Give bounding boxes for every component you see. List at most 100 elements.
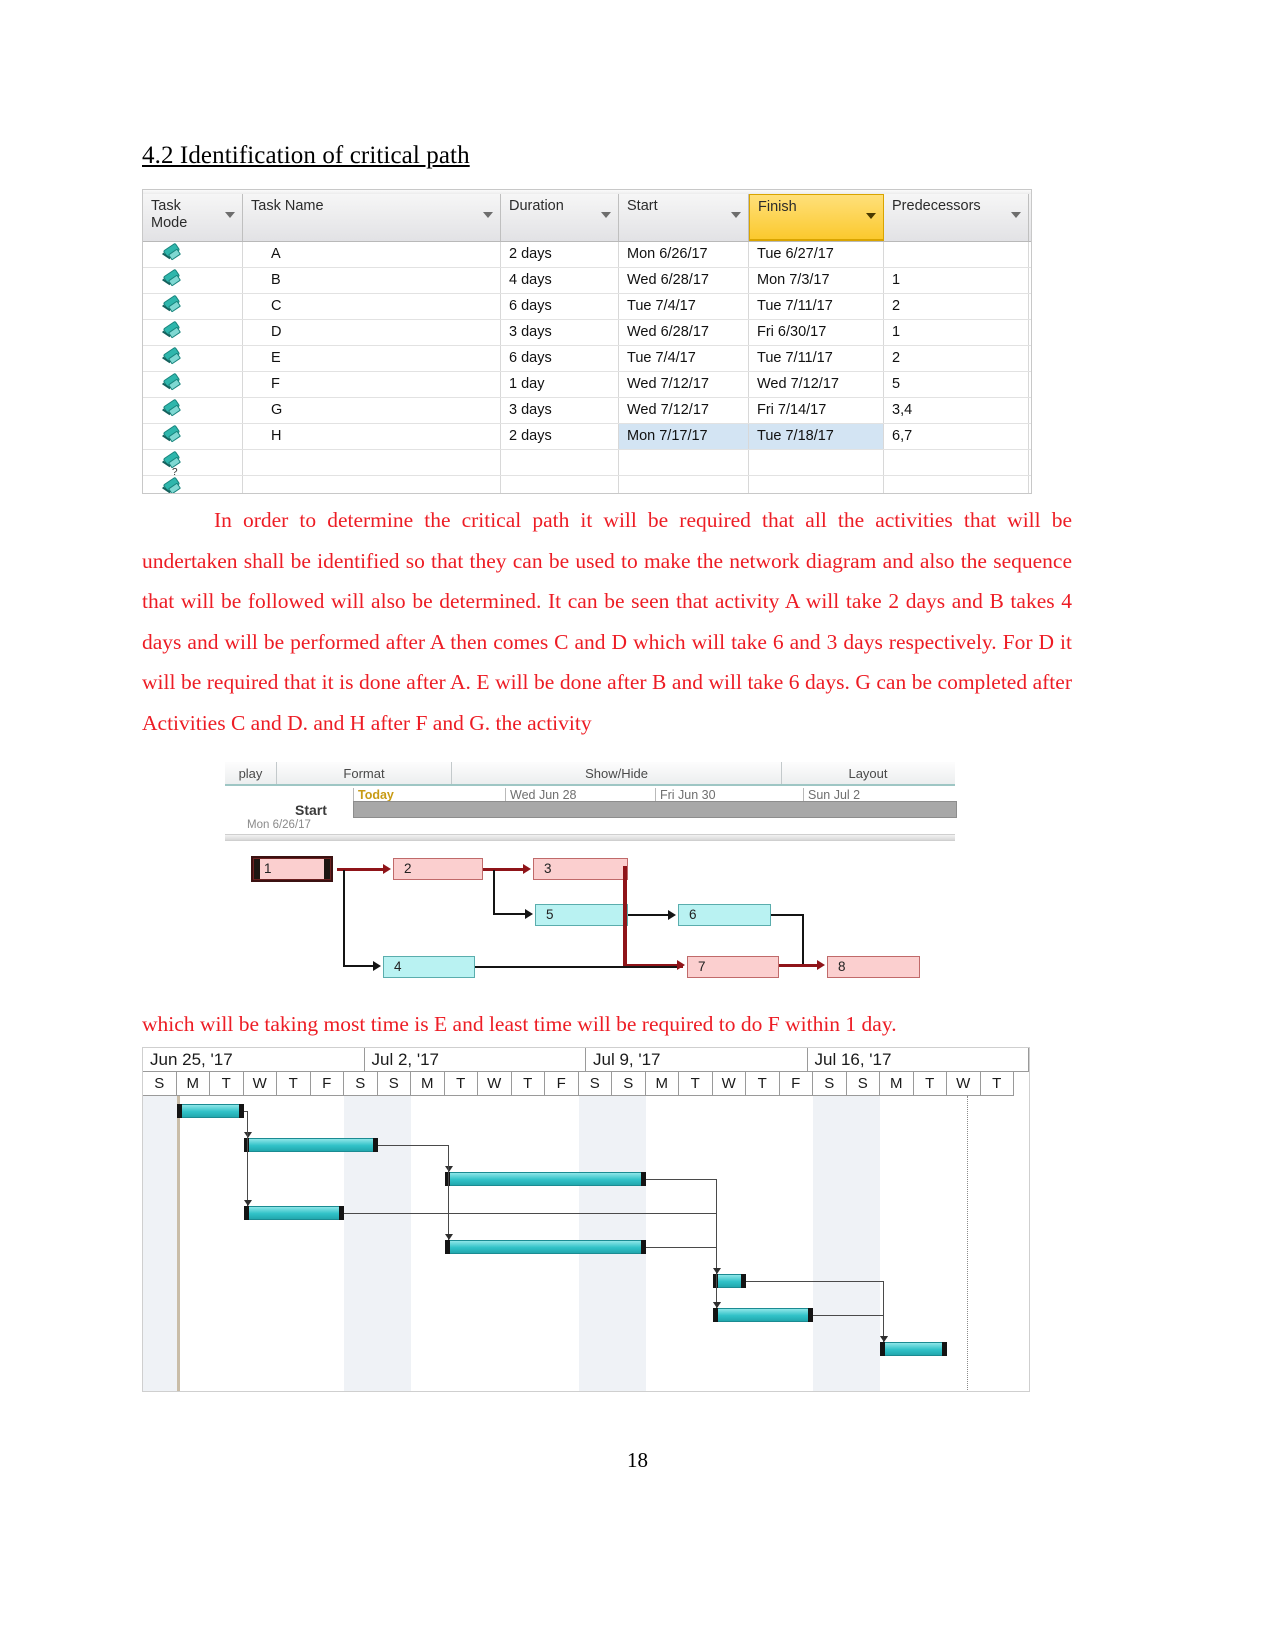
cell-duration[interactable]: 2 days bbox=[501, 424, 619, 449]
network-node-4[interactable]: 4 bbox=[383, 956, 475, 978]
cell-task-mode[interactable] bbox=[143, 424, 243, 449]
cell-task-mode[interactable] bbox=[143, 372, 243, 397]
cell-duration[interactable] bbox=[501, 476, 619, 493]
network-node-6[interactable]: 6 bbox=[678, 904, 771, 926]
cell-predecessors[interactable]: 5 bbox=[884, 372, 1029, 397]
table-row[interactable]: B4 days Wed 6/28/17 Mon 7/3/17 1 bbox=[143, 268, 1031, 294]
table-row[interactable]: H2 days Mon 7/17/17 Tue 7/18/17 6,7 bbox=[143, 424, 1031, 450]
table-row[interactable]: C6 days Tue 7/4/17 Tue 7/11/17 2 bbox=[143, 294, 1031, 320]
cell-task-name[interactable]: D bbox=[243, 320, 501, 345]
chevron-down-icon[interactable] bbox=[731, 212, 741, 218]
cell-start[interactable] bbox=[619, 476, 749, 493]
column-header-predecessors[interactable]: Predecessors bbox=[884, 194, 1029, 241]
gantt-bar[interactable] bbox=[712, 1274, 746, 1288]
cell-finish[interactable]: Tue 7/11/17 bbox=[749, 346, 884, 371]
cell-task-mode[interactable] bbox=[143, 268, 243, 293]
cell-finish[interactable] bbox=[749, 450, 884, 475]
chevron-down-icon[interactable] bbox=[225, 212, 235, 218]
table-row[interactable]: F1 day Wed 7/12/17 Wed 7/12/17 5 bbox=[143, 372, 1031, 398]
cell-start[interactable]: Wed 7/12/17 bbox=[619, 372, 749, 397]
cell-duration[interactable]: 2 days bbox=[501, 242, 619, 267]
gantt-bar[interactable] bbox=[712, 1308, 813, 1322]
gantt-bar[interactable] bbox=[880, 1342, 947, 1356]
cell-duration[interactable]: 6 days bbox=[501, 346, 619, 371]
cell-predecessors[interactable]: 6,7 bbox=[884, 424, 1029, 449]
cell-start[interactable]: Wed 6/28/17 bbox=[619, 320, 749, 345]
cell-start[interactable]: Tue 7/4/17 bbox=[619, 346, 749, 371]
table-row[interactable]: D3 days Wed 6/28/17 Fri 6/30/17 1 bbox=[143, 320, 1031, 346]
cell-duration[interactable]: 1 day bbox=[501, 372, 619, 397]
cell-task-mode[interactable] bbox=[143, 346, 243, 371]
chevron-down-icon[interactable] bbox=[866, 213, 876, 219]
cell-duration[interactable]: 3 days bbox=[501, 320, 619, 345]
cell-task-name[interactable] bbox=[243, 476, 501, 493]
chevron-down-icon[interactable] bbox=[601, 212, 611, 218]
column-header-task-name[interactable]: Task Name bbox=[243, 194, 501, 241]
network-node-2[interactable]: 2 bbox=[393, 858, 483, 880]
chevron-down-icon[interactable] bbox=[483, 212, 493, 218]
cell-finish[interactable]: Fri 6/30/17 bbox=[749, 320, 884, 345]
cell-predecessors[interactable] bbox=[884, 476, 1029, 493]
gantt-bar[interactable] bbox=[444, 1172, 646, 1186]
table-row[interactable]: E6 days Tue 7/4/17 Tue 7/11/17 2 bbox=[143, 346, 1031, 372]
ribbon-group-show-hide[interactable]: Show/Hide bbox=[452, 762, 782, 784]
cell-task-name[interactable]: E bbox=[243, 346, 501, 371]
table-row[interactable]: ? bbox=[143, 476, 1031, 493]
cell-predecessors[interactable]: 3,4 bbox=[884, 398, 1029, 423]
cell-finish[interactable] bbox=[749, 476, 884, 493]
cell-finish[interactable]: Tue 7/11/17 bbox=[749, 294, 884, 319]
cell-duration[interactable]: 6 days bbox=[501, 294, 619, 319]
cell-task-name[interactable] bbox=[243, 450, 501, 475]
column-header-duration[interactable]: Duration bbox=[501, 194, 619, 241]
cell-task-mode[interactable] bbox=[143, 242, 243, 267]
network-node-5[interactable]: 5 bbox=[535, 904, 628, 926]
ribbon-group-layout[interactable]: Layout bbox=[782, 762, 954, 784]
gantt-bar[interactable] bbox=[243, 1206, 344, 1220]
column-header-task-mode[interactable]: Task Mode bbox=[143, 194, 243, 241]
cell-task-name[interactable]: A bbox=[243, 242, 501, 267]
network-node-8[interactable]: 8 bbox=[827, 956, 920, 978]
table-row[interactable]: A2 days Mon 6/26/17 Tue 6/27/17 bbox=[143, 242, 1031, 268]
cell-finish[interactable]: Mon 7/3/17 bbox=[749, 268, 884, 293]
cell-task-name[interactable]: G bbox=[243, 398, 501, 423]
cell-duration[interactable]: 3 days bbox=[501, 398, 619, 423]
cell-predecessors[interactable] bbox=[884, 450, 1029, 475]
gantt-bar[interactable] bbox=[444, 1240, 646, 1254]
cell-task-mode[interactable] bbox=[143, 320, 243, 345]
cell-task-name[interactable]: H bbox=[243, 424, 501, 449]
network-node-3[interactable]: 3 bbox=[533, 858, 628, 880]
cell-predecessors[interactable]: 1 bbox=[884, 268, 1029, 293]
ribbon-group-format[interactable]: Format bbox=[277, 762, 452, 784]
cell-task-name[interactable]: B bbox=[243, 268, 501, 293]
table-row[interactable]: G3 days Wed 7/12/17 Fri 7/14/17 3,4 bbox=[143, 398, 1031, 424]
cell-finish[interactable]: Tue 7/18/17 bbox=[749, 424, 884, 449]
table-row[interactable]: ? bbox=[143, 450, 1031, 476]
cell-start[interactable]: Wed 7/12/17 bbox=[619, 398, 749, 423]
network-node-7[interactable]: 7 bbox=[687, 956, 779, 978]
cell-task-mode[interactable]: ? bbox=[143, 450, 243, 475]
ribbon-group-display[interactable]: play bbox=[225, 762, 277, 784]
chevron-down-icon[interactable] bbox=[1011, 212, 1021, 218]
gantt-bar[interactable] bbox=[176, 1104, 244, 1118]
cell-finish[interactable]: Tue 6/27/17 bbox=[749, 242, 884, 267]
cell-task-mode[interactable] bbox=[143, 294, 243, 319]
column-header-finish[interactable]: Finish bbox=[749, 194, 884, 241]
cell-duration[interactable]: 4 days bbox=[501, 268, 619, 293]
cell-start[interactable] bbox=[619, 450, 749, 475]
column-header-start[interactable]: Start bbox=[619, 194, 749, 241]
network-node-1[interactable]: 1 bbox=[251, 856, 333, 882]
cell-task-name[interactable]: F bbox=[243, 372, 501, 397]
cell-predecessors[interactable]: 1 bbox=[884, 320, 1029, 345]
cell-predecessors[interactable]: 2 bbox=[884, 294, 1029, 319]
cell-finish[interactable]: Wed 7/12/17 bbox=[749, 372, 884, 397]
cell-finish[interactable]: Fri 7/14/17 bbox=[749, 398, 884, 423]
cell-start[interactable]: Mon 6/26/17 bbox=[619, 242, 749, 267]
cell-start[interactable]: Wed 6/28/17 bbox=[619, 268, 749, 293]
cell-task-name[interactable]: C bbox=[243, 294, 501, 319]
cell-duration[interactable] bbox=[501, 450, 619, 475]
cell-start[interactable]: Mon 7/17/17 bbox=[619, 424, 749, 449]
cell-task-mode[interactable] bbox=[143, 398, 243, 423]
cell-task-mode[interactable]: ? bbox=[143, 476, 243, 493]
cell-predecessors[interactable] bbox=[884, 242, 1029, 267]
cell-start[interactable]: Tue 7/4/17 bbox=[619, 294, 749, 319]
